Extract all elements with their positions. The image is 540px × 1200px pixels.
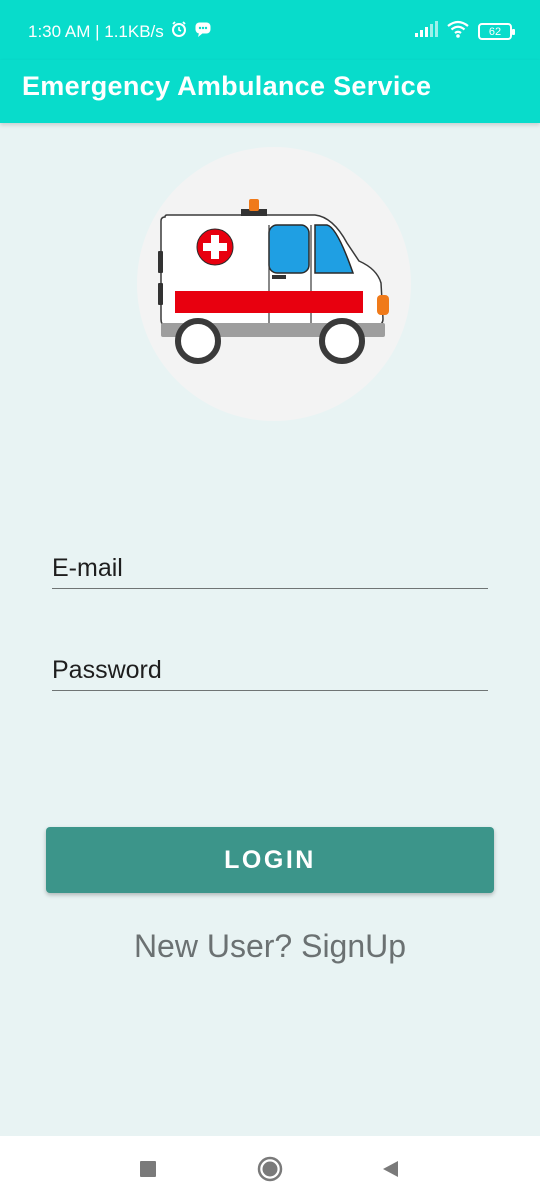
login-button[interactable]: LOGIN <box>46 827 494 893</box>
password-field[interactable] <box>52 650 488 690</box>
wifi-icon <box>446 20 470 43</box>
app-title: Emergency Ambulance Service <box>22 71 432 101</box>
hero-image <box>137 147 411 421</box>
status-time-speed: 1:30 AM | 1.1KB/s <box>28 21 164 41</box>
alarm-icon <box>170 20 188 43</box>
battery-level: 62 <box>488 25 502 38</box>
chat-bubble-icon <box>194 20 212 43</box>
triangle-back-icon[interactable] <box>375 1154 405 1184</box>
ambulance-icon <box>158 199 389 364</box>
signup-link[interactable]: New User? SignUp <box>0 928 540 965</box>
status-left: 1:30 AM | 1.1KB/s <box>28 20 212 43</box>
square-recents-icon[interactable] <box>133 1154 163 1184</box>
navigation-bar <box>0 1136 540 1200</box>
password-field-container <box>52 650 488 691</box>
battery-icon: 62 <box>478 23 515 40</box>
status-right: 62 <box>414 20 515 43</box>
status-bar: 1:30 AM | 1.1KB/s 62 <box>0 0 540 60</box>
circle-home-icon[interactable] <box>255 1154 285 1184</box>
signal-icon <box>414 21 438 42</box>
app-bar: Emergency Ambulance Service <box>0 60 540 123</box>
email-field-container <box>52 548 488 589</box>
email-field[interactable] <box>52 548 488 588</box>
